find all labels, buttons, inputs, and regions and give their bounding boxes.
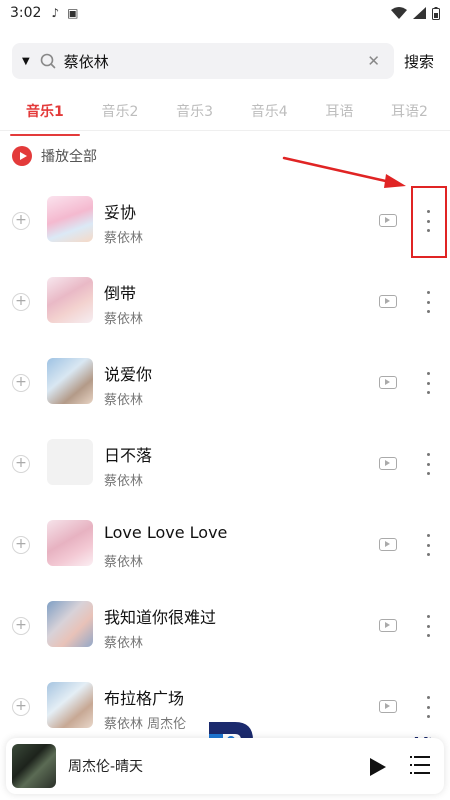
add-icon[interactable]: + [12, 617, 30, 635]
search-button[interactable]: 搜索 [404, 51, 434, 72]
song-row[interactable]: + Love Love Love 蔡依林 [0, 504, 450, 585]
play-all-button[interactable]: 播放全部 [12, 144, 97, 168]
mv-icon[interactable] [379, 700, 397, 713]
now-playing-title: 周杰伦-晴天 [68, 759, 144, 775]
battery-icon [432, 6, 440, 20]
music-note-icon: ♪ [51, 6, 60, 20]
mv-icon[interactable] [379, 457, 397, 470]
song-title: 布拉格广场 [104, 689, 185, 708]
add-icon[interactable]: + [12, 455, 30, 473]
search-query[interactable]: 蔡依林 [56, 51, 364, 72]
mv-icon[interactable] [379, 538, 397, 551]
song-title: 妥协 [104, 203, 137, 222]
song-row[interactable]: + 倒带 蔡依林 [0, 261, 450, 342]
album-cover [47, 196, 93, 242]
status-bar: 3:02 ♪ ▣ [0, 0, 450, 26]
search-row: ▼ 蔡依林 ✕ 搜索 [12, 43, 440, 79]
play-all-label: 播放全部 [41, 149, 97, 165]
add-icon[interactable]: + [12, 293, 30, 311]
more-options-icon[interactable] [418, 372, 438, 394]
song-row[interactable]: + 日不落 蔡依林 [0, 423, 450, 504]
annotation-arrow-icon [282, 156, 406, 188]
song-artist: 蔡依林 周杰伦 [104, 717, 187, 732]
signal-icon [413, 7, 426, 19]
album-cover [47, 277, 93, 323]
album-cover [47, 682, 93, 728]
song-artist: 蔡依林 [104, 474, 144, 489]
more-options-icon[interactable] [418, 696, 438, 718]
status-time: 3:02 [10, 5, 42, 21]
album-cover [47, 601, 93, 647]
tab-music4[interactable]: 音乐4 [251, 97, 288, 127]
play-all-icon [12, 146, 32, 166]
song-artist: 蔡依林 [104, 312, 144, 327]
more-options-icon[interactable] [418, 534, 438, 556]
song-title: 我知道你很难过 [104, 608, 217, 627]
album-cover [47, 520, 93, 566]
playlist-icon[interactable] [410, 756, 430, 774]
song-title: 说爱你 [104, 365, 153, 384]
wifi-icon [391, 7, 407, 19]
category-tabs: 音乐1 音乐2 音乐3 音乐4 耳语 耳语2 [0, 92, 450, 136]
song-row[interactable]: + 说爱你 蔡依林 [0, 342, 450, 423]
tab-music1[interactable]: 音乐1 [10, 97, 80, 136]
annotation-highlight-box [411, 186, 447, 258]
add-icon[interactable]: + [12, 374, 30, 392]
search-input[interactable]: ▼ 蔡依林 ✕ [12, 43, 394, 79]
song-title: 日不落 [104, 446, 153, 465]
tab-divider [0, 130, 450, 131]
song-list: + 妥协 蔡依林 + 倒带 蔡依林 + 说爱你 蔡依林 + 日不落 蔡依林 + … [0, 180, 450, 747]
song-title: 倒带 [104, 284, 137, 303]
add-icon[interactable]: + [12, 698, 30, 716]
mv-icon[interactable] [379, 619, 397, 632]
search-icon [40, 53, 56, 69]
song-row[interactable]: + 布拉格广场 蔡依林 周杰伦 [0, 666, 450, 747]
more-options-icon[interactable] [418, 453, 438, 475]
add-icon[interactable]: + [12, 212, 30, 230]
song-artist: 蔡依林 [104, 231, 144, 246]
play-icon[interactable] [370, 758, 386, 776]
song-row[interactable]: + 妥协 蔡依林 [0, 180, 450, 261]
add-icon[interactable]: + [12, 536, 30, 554]
mv-icon[interactable] [379, 376, 397, 389]
song-artist: 蔡依林 [104, 555, 144, 570]
album-cover-placeholder [47, 439, 93, 485]
more-options-icon[interactable] [418, 291, 438, 313]
song-artist: 蔡依林 [104, 636, 144, 651]
tab-whisper2[interactable]: 耳语2 [391, 97, 428, 127]
tab-music2[interactable]: 音乐2 [101, 97, 138, 127]
app-notification-icon: ▣ [67, 6, 79, 20]
clear-icon[interactable]: ✕ [363, 52, 384, 70]
song-title: Love Love Love [104, 523, 228, 542]
mv-icon[interactable] [379, 214, 397, 227]
now-playing-cover [12, 744, 56, 788]
song-artist: 蔡依林 [104, 393, 144, 408]
mv-icon[interactable] [379, 295, 397, 308]
mini-player[interactable]: 周杰伦-晴天 [6, 738, 444, 794]
search-type-dropdown-icon[interactable]: ▼ [22, 56, 30, 67]
tab-music3[interactable]: 音乐3 [176, 97, 213, 127]
more-options-icon[interactable] [418, 615, 438, 637]
song-row[interactable]: + 我知道你很难过 蔡依林 [0, 585, 450, 666]
tab-whisper[interactable]: 耳语 [325, 97, 353, 127]
album-cover [47, 358, 93, 404]
